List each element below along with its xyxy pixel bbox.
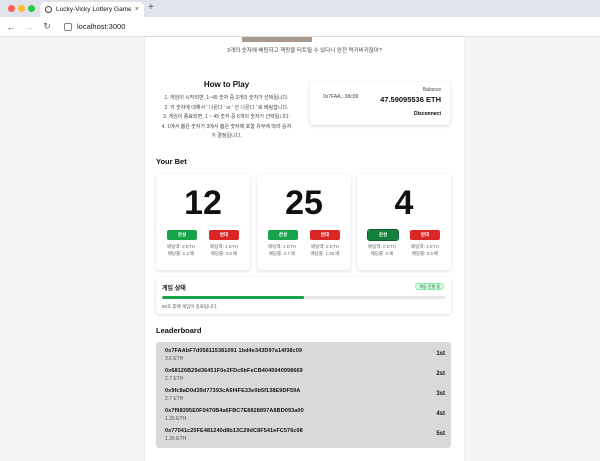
yes-bet-amount: 베팅액: 1 ETH: [268, 244, 296, 249]
how-to-play-step: 2. 각 숫자에 대해서 ' 나온다 ' or ' 안 나온다 ' 로 베팅합니…: [164, 104, 289, 111]
leaderboard-row: 0x7f98395E0F0470B4a6FBC7E8828897A8BD093a…: [156, 405, 451, 425]
leaderboard-amount: 1.35 ETH: [165, 436, 187, 442]
no-bet-amount: 베팅액: 3 ETH: [411, 244, 439, 249]
yes-bet-info: 베팅액: 1 ETH 배당률: 2.7 배: [265, 243, 299, 257]
reload-icon[interactable]: ↻: [42, 21, 52, 32]
bet-yes-button[interactable]: 찬성: [367, 229, 399, 241]
hero-image: [242, 37, 312, 42]
bet-number: 12: [184, 184, 222, 222]
tab-title: Lucky-Vicky Lottery Game: [56, 6, 131, 13]
site-info-icon[interactable]: [64, 22, 72, 31]
how-to-play: How to Play 1. 게임이 시작되면, 1~45 숫자 중 3개의 숫…: [155, 80, 298, 142]
bet-no-button[interactable]: 반대: [310, 230, 340, 240]
status-badge: 게임 진행 중: [415, 283, 444, 290]
leaderboard-address: 0x77041c20FE481240d8b13C29dC8F541eFC576c…: [165, 428, 303, 434]
leaderboard-row: 0x7FAAbF7d058115381091 1bd4e343D97a14f38…: [156, 345, 451, 365]
leaderboard-rank: 4st: [436, 411, 445, 417]
globe-icon: [45, 6, 52, 13]
leaderboard-rank: 5st: [436, 431, 445, 437]
disconnect-button[interactable]: Disconnect: [414, 111, 441, 117]
leaderboard-title: Leaderboard: [156, 326, 202, 335]
leaderboard-amount: 2.7 ETH: [165, 376, 184, 382]
yes-bet-amount: 베팅액: 0 ETH: [368, 244, 396, 249]
game-status-message: 50초 후에 게임이 종료됩니다.: [162, 304, 218, 309]
yes-bet-info: 베팅액: 0 ETH 배당률: 0 배: [365, 243, 399, 257]
yes-bet-info: 베팅액: 3 ETH 배당률: 1.2 배: [164, 243, 198, 257]
leaderboard-list: 0x7FAAbF7d058115381091 1bd4e343D97a14f38…: [156, 342, 451, 448]
game-progress-bar: [162, 296, 445, 299]
how-to-play-steps: 1. 게임이 시작되면, 1~45 숫자 중 3개의 숫자가 선택됩니다. 2.…: [155, 94, 298, 142]
yes-bet-ratio: 배당률: 2.7 배: [268, 251, 296, 256]
bet-number: 4: [394, 184, 414, 222]
how-to-play-step: 3. 게임이 종료되면, 1 ~ 45 숫자 중 6개의 숫자가 선택됩니다.: [163, 114, 290, 120]
leaderboard-address: 0x7FAAbF7d058115381091 1bd4e343D97a14f38…: [165, 348, 303, 354]
balance-label: Balance: [422, 87, 441, 93]
bet-card: 4 찬성 반대 베팅액: 0 ETH 배당률: 0 배 베팅액: 3 ETH 배…: [357, 174, 451, 270]
bet-no-button[interactable]: 반대: [209, 230, 239, 240]
leaderboard-address: 0x7f98395E0F0470B4a6FBC7E8828897A8BD093a…: [165, 408, 304, 414]
wallet-address: 0x7FAA...38c09: [323, 94, 359, 100]
yes-bet-amount: 베팅액: 3 ETH: [167, 244, 195, 249]
maximize-window-button[interactable]: [28, 5, 35, 12]
leaderboard-amount: 1.35 ETH: [165, 416, 187, 422]
how-to-play-step: 4. 1에서 뽑은 숫자가 3에서 뽑은 숫자에 포함 유무에 따라 승자: [161, 123, 292, 130]
game-status-title: 게임 상태: [162, 286, 186, 292]
how-to-play-title: How to Play: [203, 80, 250, 89]
no-bet-ratio: 배당률: 1.35 배: [310, 251, 340, 256]
bet-yes-button[interactable]: 찬성: [167, 230, 197, 240]
url-text[interactable]: localhost:3000: [77, 22, 125, 31]
close-window-button[interactable]: [8, 5, 15, 12]
no-bet-info: 베팅액: 2 ETH 배당률: 1.35 배: [308, 243, 342, 257]
how-to-play-step: 1. 게임이 시작되면, 1~45 숫자 중 3개의 숫자가 선택됩니다.: [164, 95, 289, 101]
back-icon[interactable]: ←: [6, 22, 16, 32]
bet-yes-button[interactable]: 찬성: [268, 230, 298, 240]
minimize-window-button[interactable]: [18, 5, 25, 12]
leaderboard-rank: 1st: [436, 351, 445, 357]
no-bet-info: 베팅액: 1 ETH 배당률: 3.6 배: [207, 243, 241, 257]
leaderboard-row: 0x77041c20FE481240d8b13C29dC8F541eFC576c…: [156, 425, 451, 445]
browser-tab-bar: Lucky-Vicky Lottery Game × +: [0, 0, 600, 17]
no-bet-ratio: 배당률: 0.9 배: [411, 251, 439, 256]
your-bet-title: Your Bet: [156, 157, 187, 166]
browser-toolbar: ← → ↻ localhost:3000: [0, 17, 600, 37]
hero-subtitle: 3개의 숫자에 베팅하고 잭팟을 터트릴 수 있다니 완전 럭키비키잖아?: [227, 48, 382, 54]
game-status-card: 게임 상태 게임 진행 중 50초 후에 게임이 종료됩니다.: [156, 277, 451, 314]
page-content: 3개의 숫자에 베팅하고 잭팟을 터트릴 수 있다니 완전 럭키비키잖아? Ho…: [145, 37, 464, 461]
no-bet-info: 베팅액: 3 ETH 배당률: 0.9 배: [408, 243, 442, 257]
new-tab-button[interactable]: +: [148, 2, 154, 13]
bet-card: 25 찬성 반대 베팅액: 1 ETH 배당률: 2.7 배 베팅액: 2 ET…: [257, 174, 351, 270]
yes-bet-ratio: 배당률: 1.2 배: [167, 251, 195, 256]
leaderboard-amount: 3.6 ETH: [165, 356, 184, 362]
bet-no-button[interactable]: 반대: [410, 230, 440, 240]
leaderboard-amount: 2.7 ETH: [165, 396, 184, 402]
leaderboard-row: 0x68126B29d36451F0e2FDc6bFeCB40459409986…: [156, 365, 451, 385]
forward-icon[interactable]: →: [24, 22, 34, 32]
bet-number: 25: [285, 184, 323, 222]
address-bar[interactable]: localhost:3000: [64, 22, 125, 31]
leaderboard-address: 0x68126B29d36451F0e2FDc6bFeCB40459409986…: [165, 368, 303, 374]
balance-value: 47.59095536 ETH: [380, 95, 441, 104]
browser-tab[interactable]: Lucky-Vicky Lottery Game ×: [40, 2, 144, 17]
leaderboard-rank: 3st: [436, 391, 445, 397]
leaderboard-address: 0x9fc8aD0d39d77393cA6f4FE33e0b5f138E9DF5…: [165, 388, 301, 394]
no-bet-amount: 베팅액: 1 ETH: [210, 244, 238, 249]
game-progress-fill: [162, 296, 304, 299]
how-to-play-step: 가 결정됩니다.: [211, 133, 242, 139]
no-bet-ratio: 배당률: 3.6 배: [210, 251, 238, 256]
tab-close-icon[interactable]: ×: [135, 6, 139, 13]
leaderboard-rank: 2st: [436, 371, 445, 377]
no-bet-amount: 베팅액: 2 ETH: [311, 244, 339, 249]
bet-card: 12 찬성 반대 베팅액: 3 ETH 배당률: 1.2 배 베팅액: 1 ET…: [156, 174, 250, 270]
yes-bet-ratio: 배당률: 0 배: [370, 251, 394, 256]
wallet-card: 0x7FAA...38c09 Balance 47.59095536 ETH D…: [310, 82, 450, 125]
leaderboard-row: 0x9fc8aD0d39d77393cA6f4FE33e0b5f138E9DF5…: [156, 385, 451, 405]
